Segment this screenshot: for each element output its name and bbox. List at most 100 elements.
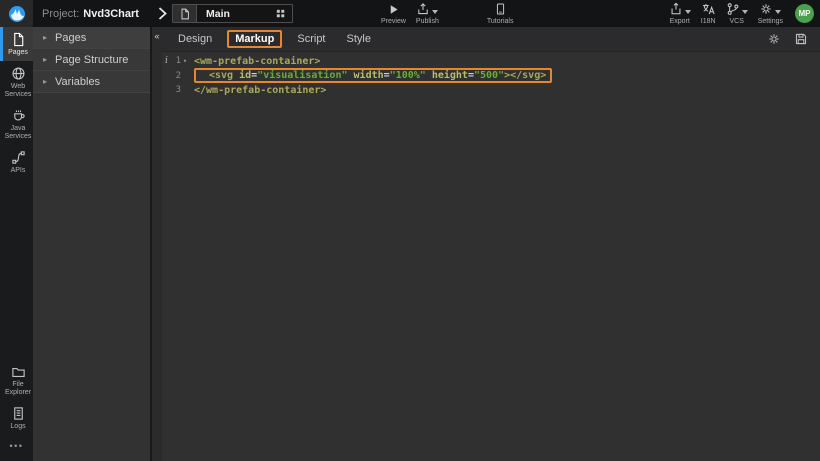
code-token: width	[354, 70, 384, 81]
panel-item-page-structure[interactable]: ▸Page Structure	[33, 49, 150, 71]
folder-icon	[3, 364, 33, 379]
pages-panel: ▸ Pages ▸Page Structure ▸ Variables	[33, 27, 150, 461]
gutter-info-marker: i	[165, 56, 168, 66]
left-icon-sidebar: Pages Web Services Java Services APIs File …	[0, 27, 33, 461]
panel-item-pages[interactable]: ▸ Pages	[33, 27, 150, 49]
code-line: i1▾ <wm-prefab-container>	[162, 55, 820, 67]
project-label: Project:	[42, 8, 79, 20]
gutter: 3	[162, 85, 189, 95]
code-token: "visualisation"	[257, 70, 347, 81]
topbar-center-actions: Preview Publish Tutorials	[376, 0, 518, 27]
export-icon	[669, 2, 683, 16]
publish-icon	[416, 2, 430, 16]
panel-item-label: Page Structure	[55, 54, 128, 66]
panel-item-label: Variables	[55, 76, 100, 88]
gutter: 2	[162, 71, 189, 81]
code-token: <wm-prefab-container>	[194, 56, 320, 67]
book-icon	[494, 2, 507, 16]
panel-item-label: Pages	[55, 32, 86, 44]
page-doc-icon[interactable]	[173, 5, 197, 22]
topbar-action-export[interactable]: Export	[664, 0, 696, 27]
sidebar-item-file-explorer[interactable]: File Explorer	[0, 359, 33, 401]
page-tab-label: Main	[197, 8, 268, 20]
tab-markup[interactable]: Markup	[227, 30, 282, 48]
topbar-action-settings[interactable]: Settings	[753, 0, 788, 27]
sidebar-item-label: Java Services	[3, 125, 33, 141]
sidebar-item-logs[interactable]: Logs	[0, 401, 33, 435]
app-logo[interactable]	[0, 0, 33, 27]
tab-design[interactable]: Design	[176, 31, 214, 47]
layout-grid-icon[interactable]	[268, 7, 292, 20]
code-line: 3 </wm-prefab-container>	[162, 84, 820, 96]
chevron-right-icon: ▸	[43, 77, 47, 86]
user-avatar[interactable]: MP	[795, 4, 814, 23]
fold-toggle-icon[interactable]: ▾	[181, 57, 189, 65]
api-icon	[3, 150, 33, 165]
collapse-panel-button[interactable]: «	[152, 27, 162, 41]
editor-toolbar	[767, 32, 820, 46]
code-token: <svg	[209, 70, 239, 81]
sidebar-top-group: Pages Web Services Java Services APIs	[0, 27, 33, 179]
topbar-action-label: VCS	[730, 18, 744, 25]
sidebar-item-web-services[interactable]: Web Services	[0, 61, 33, 103]
translate-icon	[701, 2, 716, 16]
page-icon	[3, 32, 33, 47]
topbar-action-label: Publish	[416, 18, 439, 25]
topbar-action-label: Preview	[381, 18, 406, 25]
panel-item-variables[interactable]: ▸ Variables	[33, 71, 150, 93]
chevron-right-icon	[158, 7, 167, 20]
topbar-action-label: Export	[670, 18, 690, 25]
topbar: Project: Nvd3Chart Main Preview Publish Tu…	[0, 0, 820, 27]
annotation-highlight: <svg id="visualisation" width="100%" hei…	[194, 68, 552, 83]
code-line-content: <wm-prefab-container>	[189, 56, 320, 67]
project-name: Nvd3Chart	[83, 8, 139, 20]
topbar-right-actions: Export I18N VCS Settings	[664, 0, 788, 27]
sidebar-item-apis[interactable]: APIs	[0, 145, 33, 179]
code-token: id	[239, 70, 251, 81]
topbar-action-preview[interactable]: Preview	[376, 0, 411, 27]
sidebar-item-label: Web Services	[3, 83, 33, 99]
sidebar-item-label: APIs	[3, 167, 33, 175]
chevron-down-icon	[685, 10, 691, 14]
line-number: 3	[176, 85, 181, 95]
editor-tabbar: Design Markup Script Style	[162, 27, 820, 52]
code-token: height	[432, 70, 468, 81]
gutter: i1▾	[162, 56, 189, 66]
chevron-right-icon: ▸	[43, 33, 47, 42]
project-info: Project: Nvd3Chart	[42, 0, 139, 27]
panel-collapse-strip: «	[152, 27, 162, 461]
sidebar-item-java-services[interactable]: Java Services	[0, 103, 33, 145]
editor-tabs: Design Markup Script Style	[176, 30, 390, 48]
topbar-action-tutorials[interactable]: Tutorials	[482, 0, 519, 27]
code-token: "100%"	[390, 70, 426, 81]
branch-icon	[726, 2, 740, 16]
tab-script[interactable]: Script	[295, 31, 327, 47]
main-content: Pages Web Services Java Services APIs File …	[0, 27, 820, 461]
code-line-content: <svg id="visualisation" width="100%" hei…	[189, 67, 552, 84]
play-icon	[387, 3, 400, 16]
line-number: 2	[176, 71, 181, 81]
topbar-action-i18n[interactable]: I18N	[696, 0, 721, 27]
topbar-action-publish[interactable]: Publish	[411, 0, 444, 27]
code-token: </wm-prefab-container>	[194, 85, 326, 96]
topbar-action-label: Settings	[758, 18, 783, 25]
log-icon	[3, 406, 33, 421]
tab-style[interactable]: Style	[345, 31, 373, 47]
page-tab-main[interactable]: Main	[172, 4, 293, 23]
code-line: 2 <svg id="visualisation" width="100%" he…	[162, 67, 820, 84]
topbar-action-vcs[interactable]: VCS	[721, 0, 753, 27]
globe-icon	[3, 66, 33, 81]
sidebar-item-label: File Explorer	[3, 381, 33, 397]
code-editor[interactable]: i1▾ <wm-prefab-container> 2 <svg id="visual…	[162, 52, 820, 461]
editor-settings-button[interactable]	[767, 32, 781, 46]
gear-icon	[759, 2, 773, 16]
code-token: ></svg>	[504, 70, 546, 81]
topbar-action-label: Tutorials	[487, 18, 514, 25]
sidebar-item-pages[interactable]: Pages	[0, 27, 33, 61]
save-button[interactable]	[794, 32, 808, 46]
code-line-content: </wm-prefab-container>	[189, 85, 326, 96]
chevron-down-icon	[775, 10, 781, 14]
coffee-icon	[3, 108, 33, 123]
sidebar-more-button[interactable]: •••	[0, 435, 33, 461]
sidebar-item-label: Pages	[3, 49, 33, 57]
